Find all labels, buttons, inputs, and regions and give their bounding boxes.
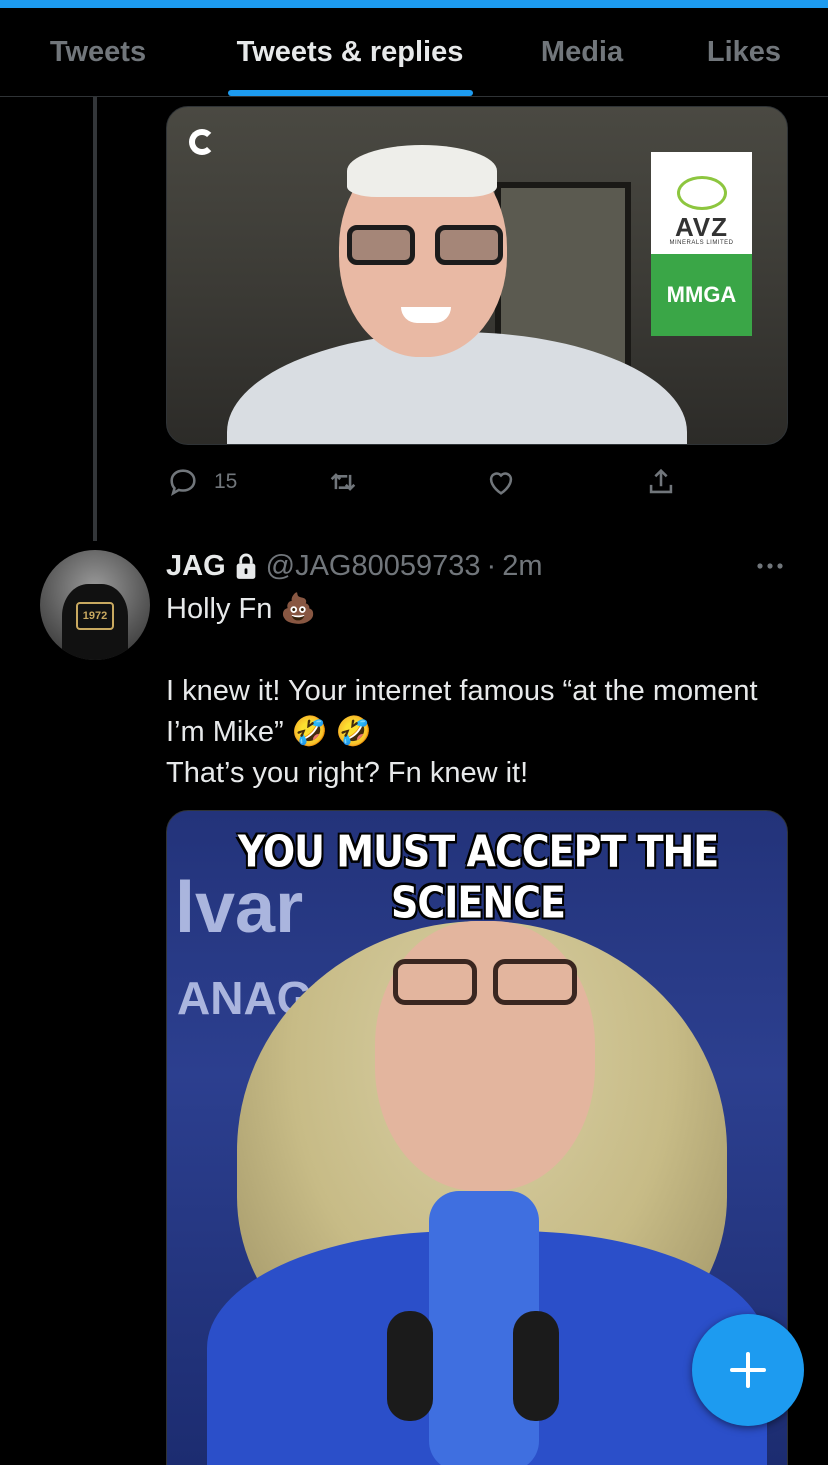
tweet-media-video-still[interactable]: AVZ MINERALS LIMITED MMGA <box>166 106 788 445</box>
like-button[interactable] <box>484 460 518 504</box>
meme-caption: YOU MUST ACCEPT THE SCIENCE <box>237 826 720 928</box>
tweet-line: Holly Fn 💩 <box>166 593 317 625</box>
tweet-line-blank <box>166 630 786 671</box>
lock-icon <box>236 553 255 579</box>
microphone-graphic <box>513 1311 559 1421</box>
tweet-line: That’s you right? Fn knew it! <box>166 757 529 789</box>
heart-icon <box>489 472 513 495</box>
chameleon-logo-icon <box>676 176 727 210</box>
reply-count: 15 <box>214 470 238 493</box>
tab-likes[interactable]: Likes <box>660 8 828 96</box>
tweet-line: I knew it! Your internet famous “at the … <box>166 675 766 748</box>
display-name[interactable]: JAG <box>166 550 226 583</box>
avz-logo-card: AVZ MINERALS LIMITED MMGA <box>651 152 752 336</box>
tab-tweets[interactable]: Tweets <box>0 8 196 96</box>
more-icon[interactable] <box>752 554 788 578</box>
share-button[interactable] <box>644 460 678 504</box>
microphone-graphic <box>387 1311 433 1421</box>
avatar[interactable]: 1972 <box>40 550 150 660</box>
tab-tweets-and-replies[interactable]: Tweets & replies <box>196 8 504 96</box>
separator-dot: · <box>486 549 497 582</box>
thread-connector-line <box>93 97 97 541</box>
reply-button[interactable]: 15 <box>166 460 237 504</box>
user-handle[interactable]: @JAG80059733 <box>266 550 481 583</box>
plus-icon <box>730 1352 766 1388</box>
avatar-shirt-badge: 1972 <box>76 602 114 630</box>
avz-logo-banner: MMGA <box>651 254 752 336</box>
retweet-button[interactable] <box>326 460 360 504</box>
share-icon <box>649 468 673 494</box>
glasses-graphic <box>347 225 505 269</box>
glasses-graphic <box>393 959 583 1011</box>
tweet-text: Holly Fn 💩 I knew it! Your internet famo… <box>166 589 786 794</box>
avz-logo-name: AVZ <box>674 212 729 242</box>
tweet-header: JAG @JAG80059733 · 2m <box>166 546 542 586</box>
tweet-timestamp[interactable]: 2m <box>502 550 542 583</box>
tab-media[interactable]: Media <box>504 8 660 96</box>
top-accent-bar <box>0 0 828 8</box>
compose-tweet-button[interactable] <box>692 1314 804 1426</box>
retweet-icon <box>330 473 356 491</box>
active-tab-indicator <box>228 90 473 96</box>
profile-tabs: Tweets Tweets & replies Media Likes <box>0 8 828 97</box>
tweet-action-bar: 15 <box>166 460 726 504</box>
video-app-logo-icon <box>189 129 215 155</box>
avz-logo-subtext: MINERALS LIMITED <box>669 240 734 246</box>
reply-icon <box>170 469 196 497</box>
person-hair <box>347 145 497 197</box>
